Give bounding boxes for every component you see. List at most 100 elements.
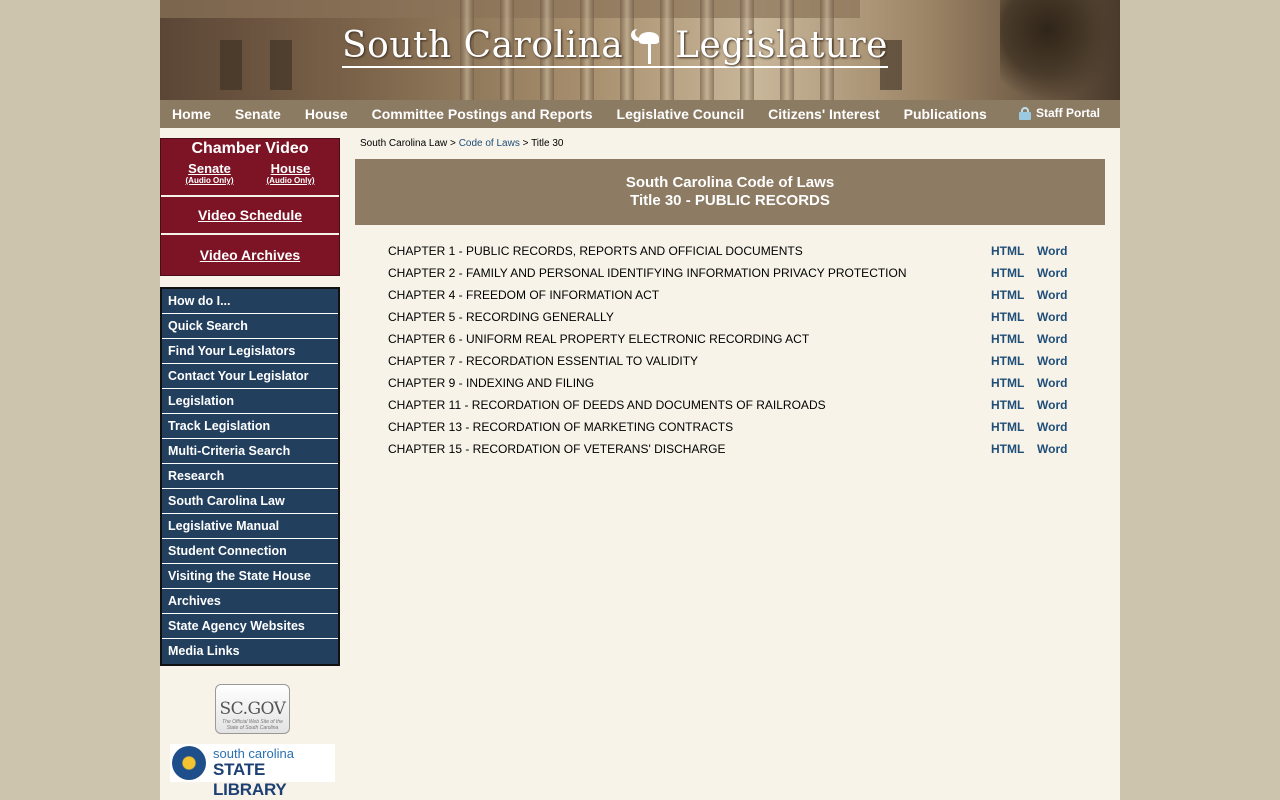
breadcrumb-root[interactable]: South Carolina Law [360, 138, 447, 149]
top-nav: Home Senate House Committee Postings and… [160, 100, 1120, 128]
html-link[interactable]: HTML [991, 288, 1024, 302]
word-link[interactable]: Word [1037, 332, 1067, 346]
chapter-title: CHAPTER 7 - RECORDATION ESSENTIAL TO VAL… [388, 354, 699, 368]
list-item: CHAPTER 2 - FAMILY AND PERSONAL IDENTIFY… [388, 262, 1078, 284]
list-item: CHAPTER 13 - RECORDATION OF MARKETING CO… [388, 416, 1078, 438]
house-video-link[interactable]: House (Audio Only) [267, 161, 315, 189]
html-link[interactable]: HTML [991, 332, 1024, 346]
lock-icon [1018, 106, 1031, 120]
nav-home[interactable]: Home [172, 106, 211, 122]
html-link[interactable]: HTML [991, 266, 1024, 280]
word-link[interactable]: Word [1037, 310, 1067, 324]
staff-portal-label: Staff Portal [1035, 106, 1100, 120]
site-title-part1: South Carolina [342, 25, 624, 66]
list-item: CHAPTER 9 - INDEXING AND FILING HTML Word [388, 372, 1078, 394]
chapter-title: CHAPTER 1 - PUBLIC RECORDS, REPORTS AND … [388, 244, 803, 258]
site-title[interactable]: South Carolina Legislature [342, 26, 888, 68]
html-link[interactable]: HTML [991, 398, 1024, 412]
sidenav-research[interactable]: Research [162, 464, 338, 489]
breadcrumb: South Carolina Law > Code of Laws > Titl… [360, 138, 563, 149]
video-archives-link[interactable]: Video Archives [161, 233, 339, 275]
html-link[interactable]: HTML [991, 310, 1024, 324]
banner: South Carolina Legislature [160, 0, 1120, 100]
sidenav-track-legislation[interactable]: Track Legislation [162, 414, 338, 439]
html-link[interactable]: HTML [991, 442, 1024, 456]
breadcrumb-current: Title 30 [531, 138, 564, 149]
state-library-logo[interactable]: south carolina STATE LIBRARY [170, 744, 335, 799]
chapter-title: CHAPTER 2 - FAMILY AND PERSONAL IDENTIFY… [388, 266, 907, 280]
chapter-title: CHAPTER 5 - RECORDING GENERALLY [388, 310, 614, 324]
sidenav-visiting-state-house[interactable]: Visiting the State House [162, 564, 338, 589]
word-link[interactable]: Word [1037, 244, 1067, 258]
sidenav-media-links[interactable]: Media Links [162, 639, 338, 664]
chamber-video-box: Chamber Video Senate (Audio Only) House … [160, 138, 340, 276]
nav-citizens-interest[interactable]: Citizens' Interest [768, 106, 879, 122]
list-item: CHAPTER 15 - RECORDATION OF VETERANS' DI… [388, 438, 1078, 460]
senate-video-link[interactable]: Senate (Audio Only) [186, 161, 234, 189]
page-title-line2: Title 30 - PUBLIC RECORDS [630, 192, 830, 209]
html-link[interactable]: HTML [991, 420, 1024, 434]
state-library-line1: south carolina [213, 746, 294, 761]
video-schedule-link[interactable]: Video Schedule [161, 195, 339, 233]
nav-committee-postings[interactable]: Committee Postings and Reports [372, 106, 593, 122]
word-link[interactable]: Word [1037, 354, 1067, 368]
list-item: CHAPTER 6 - UNIFORM REAL PROPERTY ELECTR… [388, 328, 1078, 350]
word-link[interactable]: Word [1037, 376, 1067, 390]
nav-house[interactable]: House [305, 106, 348, 122]
html-link[interactable]: HTML [991, 376, 1024, 390]
state-library-seal-icon [172, 746, 206, 780]
nav-legislative-council[interactable]: Legislative Council [617, 106, 745, 122]
word-link[interactable]: Word [1037, 288, 1067, 302]
word-link[interactable]: Word [1037, 266, 1067, 280]
scgov-logo-text: SC.GOV [219, 699, 286, 719]
sidenav-archives[interactable]: Archives [162, 589, 338, 614]
house-audio-only[interactable]: (Audio Only) [267, 176, 315, 185]
list-item: CHAPTER 4 - FREEDOM OF INFORMATION ACT HT… [388, 284, 1078, 306]
senate-video-label: Senate [188, 161, 231, 176]
scgov-logo-tagline: The Official Web Site of the State of So… [222, 719, 283, 731]
chapter-title: CHAPTER 13 - RECORDATION OF MARKETING CO… [388, 420, 734, 434]
html-link[interactable]: HTML [991, 244, 1024, 258]
breadcrumb-code-of-laws[interactable]: Code of Laws [459, 138, 520, 149]
page-title-line1: South Carolina Code of Laws [625, 174, 835, 191]
nav-publications[interactable]: Publications [904, 106, 987, 122]
chapter-title: CHAPTER 11 - RECORDATION OF DEEDS AND DO… [388, 398, 826, 412]
sidenav-legislation[interactable]: Legislation [162, 389, 338, 414]
page-title: South Carolina Code of Laws Title 30 - P… [355, 159, 1105, 225]
palmetto-icon [635, 26, 663, 66]
chapter-title: CHAPTER 6 - UNIFORM REAL PROPERTY ELECTR… [388, 332, 810, 346]
chapter-list: CHAPTER 1 - PUBLIC RECORDS, REPORTS AND … [388, 240, 1078, 460]
scgov-logo[interactable]: SC.GOV The Official Web Site of the Stat… [215, 684, 290, 734]
nav-senate[interactable]: Senate [235, 106, 281, 122]
chapter-title: CHAPTER 4 - FREEDOM OF INFORMATION ACT [388, 288, 660, 302]
sidenav-quick-search[interactable]: Quick Search [162, 314, 338, 339]
state-library-line2: STATE LIBRARY [213, 760, 287, 799]
sidenav-contact-legislator[interactable]: Contact Your Legislator [162, 364, 338, 389]
sidenav-find-legislators[interactable]: Find Your Legislators [162, 339, 338, 364]
page: South Carolina Legislature Home Senate H… [160, 0, 1120, 800]
sidenav-student-connection[interactable]: Student Connection [162, 539, 338, 564]
sidenav-multi-criteria-search[interactable]: Multi-Criteria Search [162, 439, 338, 464]
chapter-title: CHAPTER 15 - RECORDATION OF VETERANS' DI… [388, 442, 726, 456]
breadcrumb-sep: > [447, 138, 459, 149]
side-nav: How do I... Quick Search Find Your Legis… [160, 287, 340, 666]
sidenav-sc-law[interactable]: South Carolina Law [162, 489, 338, 514]
list-item: CHAPTER 11 - RECORDATION OF DEEDS AND DO… [388, 394, 1078, 416]
word-link[interactable]: Word [1037, 442, 1067, 456]
senate-audio-only[interactable]: (Audio Only) [186, 176, 234, 185]
word-link[interactable]: Word [1037, 398, 1067, 412]
sidenav-how-do-i[interactable]: How do I... [162, 289, 338, 314]
house-video-label: House [270, 161, 311, 176]
list-item: CHAPTER 5 - RECORDING GENERALLY HTML Word [388, 306, 1078, 328]
sidenav-state-agency-websites[interactable]: State Agency Websites [162, 614, 338, 639]
word-link[interactable]: Word [1037, 420, 1067, 434]
chapter-title: CHAPTER 9 - INDEXING AND FILING [388, 376, 595, 390]
sidenav-legislative-manual[interactable]: Legislative Manual [162, 514, 338, 539]
breadcrumb-sep: > [519, 138, 532, 149]
list-item: CHAPTER 7 - RECORDATION ESSENTIAL TO VAL… [388, 350, 1078, 372]
site-title-part2: Legislature [675, 25, 888, 66]
staff-portal-link[interactable]: Staff Portal [1018, 106, 1100, 120]
list-item: CHAPTER 1 - PUBLIC RECORDS, REPORTS AND … [388, 240, 1078, 262]
chamber-video-title: Chamber Video [191, 140, 309, 157]
html-link[interactable]: HTML [991, 354, 1024, 368]
